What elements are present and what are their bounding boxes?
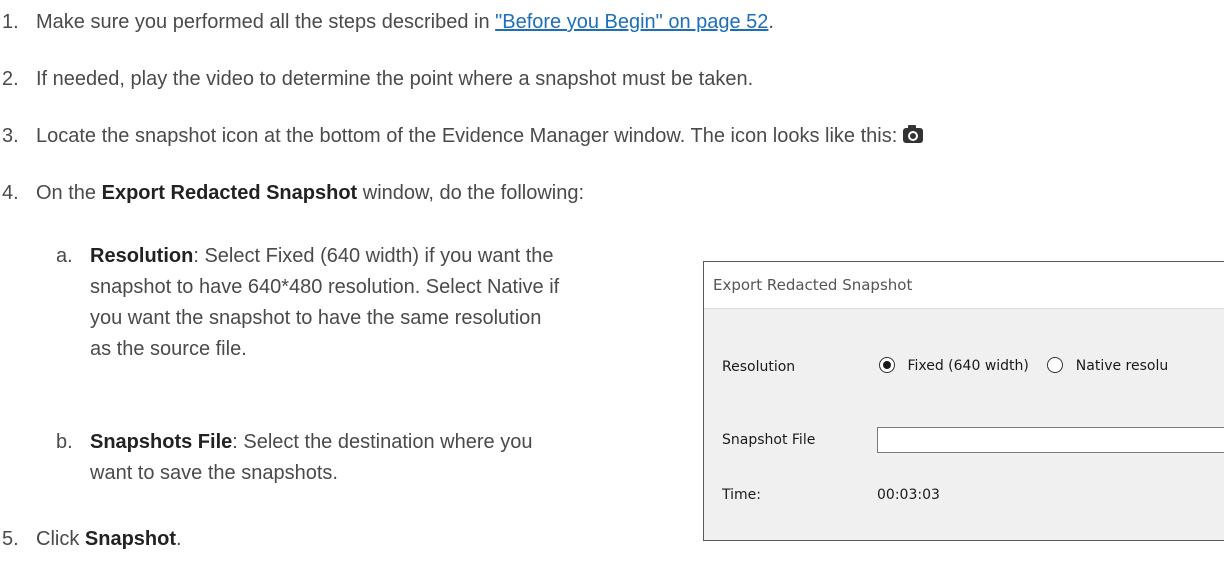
step-2: 2. If needed, play the video to determine… [0, 66, 753, 92]
native-radio[interactable] [1047, 357, 1064, 373]
substep-term: Resolution [90, 245, 194, 267]
step-number: 1. [2, 11, 19, 33]
native-option-label: Native resolu [1075, 358, 1169, 374]
fixed-radio[interactable] [879, 357, 895, 373]
step-text: Make sure you performed all the steps de… [36, 11, 496, 33]
step-text-end: . [768, 11, 774, 33]
dialog-title: Export Redacted Snapshot [704, 262, 1224, 309]
step-text: Locate the snapshot icon at the bottom o… [36, 125, 898, 147]
export-redacted-snapshot-dialog: Export Redacted Snapshot Resolution Fixe… [703, 261, 1224, 541]
step-number: 3. [2, 125, 19, 147]
time-label: Time: [722, 487, 761, 503]
substep-body: Resolution: Select Fixed (640 width) if … [90, 241, 560, 365]
substep-letter: a. [56, 245, 73, 267]
substep-term: Snapshots File [90, 431, 233, 453]
resolution-options: Fixed (640 width) Native resolu [879, 357, 1168, 374]
step-number: 4. [2, 182, 19, 204]
fixed-option-label: Fixed (640 width) [907, 358, 1029, 374]
snapshot-button-name: Snapshot [84, 528, 177, 550]
step-text-end: window, do the following: [357, 182, 585, 204]
time-value: 00:03:03 [877, 487, 940, 503]
window-name: Export Redacted Snapshot [101, 182, 358, 204]
snapshot-file-input[interactable] [877, 427, 1224, 453]
before-you-begin-link[interactable]: "Before you Begin" on page 52 [495, 11, 768, 33]
step-3: 3. Locate the snapshot icon at the bottom… [0, 123, 924, 149]
substep-body: Snapshots File: Select the destination w… [90, 427, 560, 489]
substep-letter: b. [56, 431, 73, 453]
step-text: Click [36, 528, 85, 550]
snapshot-file-label: Snapshot File [722, 432, 816, 448]
resolution-label: Resolution [722, 359, 796, 375]
step-number: 5. [2, 528, 19, 550]
camera-icon [903, 125, 924, 143]
step-text: If needed, play the video to determine t… [36, 68, 754, 90]
step-1: 1. Make sure you performed all the steps … [0, 9, 774, 35]
step-text-end: . [176, 528, 182, 550]
step-5: 5. Click Snapshot. [0, 526, 182, 552]
step-number: 2. [2, 68, 19, 90]
step-4: 4. On the Export Redacted Snapshot window… [0, 180, 584, 206]
step-text: On the [36, 182, 102, 204]
